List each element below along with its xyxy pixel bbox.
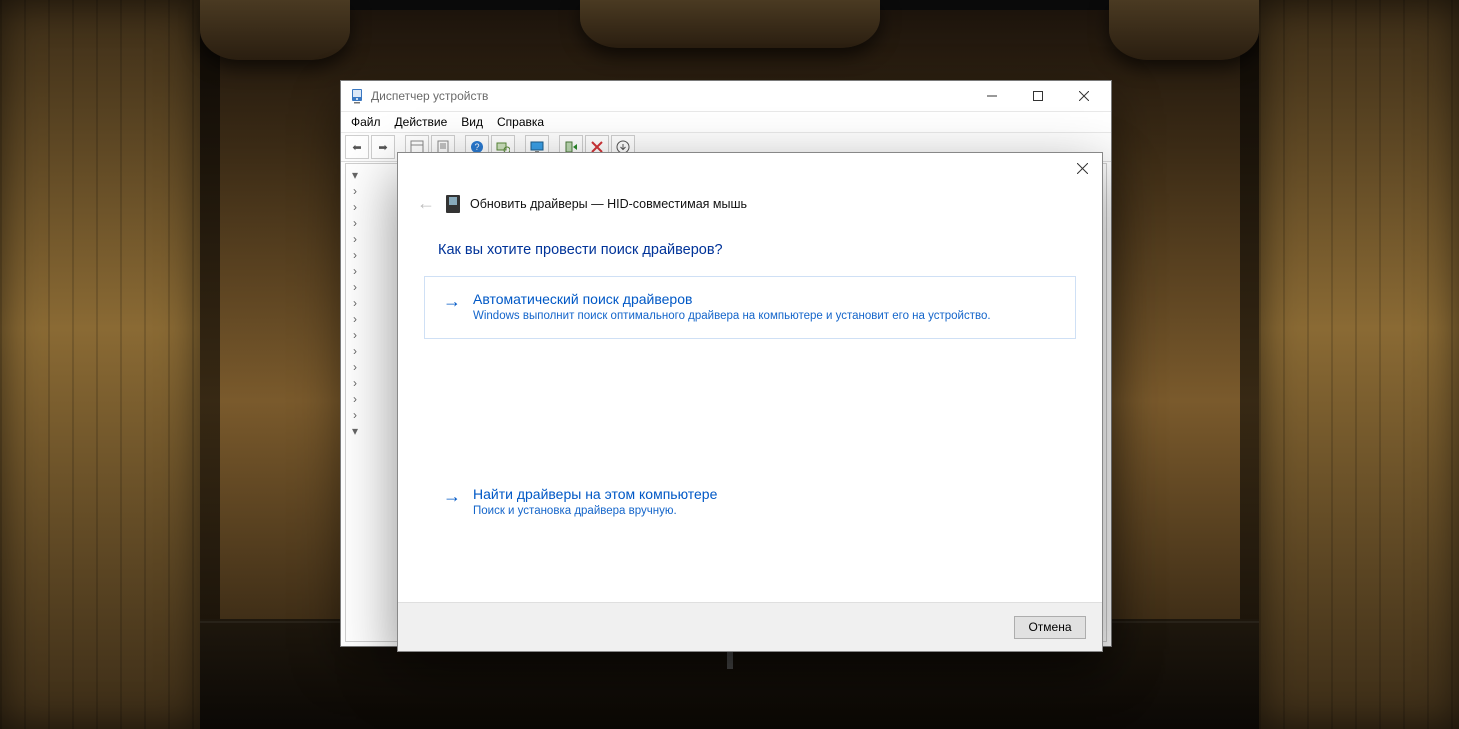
chevron-right-icon: ›: [350, 392, 360, 406]
minimize-icon: [987, 91, 997, 101]
menu-bar: Файл Действие Вид Справка: [341, 111, 1111, 133]
chevron-down-icon: ▾: [350, 424, 360, 438]
dialog-title: Обновить драйверы — HID-совместимая мышь: [470, 197, 747, 211]
menu-action[interactable]: Действие: [395, 115, 448, 129]
window-title: Диспетчер устройств: [371, 89, 969, 103]
maximize-button[interactable]: [1015, 81, 1061, 111]
close-icon: [1077, 163, 1088, 174]
menu-view[interactable]: Вид: [461, 115, 483, 129]
close-button[interactable]: [1061, 81, 1107, 111]
chevron-down-icon: ▾: [350, 168, 360, 182]
update-driver-dialog: ← Обновить драйверы — HID-совместимая мы…: [397, 152, 1103, 652]
chevron-right-icon: ›: [350, 328, 360, 342]
back-button: ←: [416, 193, 436, 214]
chevron-right-icon: ›: [350, 296, 360, 310]
wallpaper-arch: [200, 0, 350, 60]
arrow-left-icon: ⬅: [352, 141, 361, 154]
option-desc: Windows выполнит поиск оптимального драй…: [473, 310, 991, 322]
chevron-right-icon: ›: [350, 312, 360, 326]
toolbar-forward-button[interactable]: ➡: [371, 135, 395, 159]
svg-text:?: ?: [474, 142, 479, 152]
maximize-icon: [1033, 91, 1043, 101]
menu-file[interactable]: Файл: [351, 115, 381, 129]
close-icon: [1079, 91, 1089, 101]
cancel-button[interactable]: Отмена: [1014, 616, 1086, 639]
device-icon: [446, 195, 460, 213]
arrow-right-icon: ➡: [378, 141, 387, 154]
option-browse-computer[interactable]: → Найти драйверы на этом компьютере Поис…: [424, 471, 1076, 534]
dialog-footer: Отмена: [398, 602, 1102, 651]
wallpaper-arch: [580, 0, 880, 48]
chevron-right-icon: ›: [350, 248, 360, 262]
chevron-right-icon: ›: [350, 344, 360, 358]
chevron-right-icon: ›: [350, 184, 360, 198]
chevron-right-icon: ›: [350, 216, 360, 230]
chevron-right-icon: ›: [350, 408, 360, 422]
chevron-right-icon: ›: [350, 360, 360, 374]
dialog-close-button[interactable]: [1062, 153, 1102, 183]
chevron-right-icon: ›: [350, 280, 360, 294]
option-title: Найти драйверы на этом компьютере: [473, 486, 717, 502]
device-manager-icon: [349, 88, 365, 104]
dialog-question: Как вы хотите провести поиск драйверов?: [438, 242, 1062, 258]
menu-help[interactable]: Справка: [497, 115, 544, 129]
window-titlebar[interactable]: Диспетчер устройств: [341, 81, 1111, 111]
option-title: Автоматический поиск драйверов: [473, 291, 991, 307]
chevron-right-icon: ›: [350, 264, 360, 278]
chevron-right-icon: ›: [350, 376, 360, 390]
minimize-button[interactable]: [969, 81, 1015, 111]
chevron-right-icon: ›: [350, 200, 360, 214]
chevron-right-icon: ›: [350, 232, 360, 246]
dialog-header: ← Обновить драйверы — HID-совместимая мы…: [398, 189, 1102, 214]
arrow-right-icon: →: [443, 292, 461, 322]
option-search-automatically[interactable]: → Автоматический поиск драйверов Windows…: [424, 276, 1076, 339]
arrow-right-icon: →: [443, 487, 461, 517]
toolbar-back-button[interactable]: ⬅: [345, 135, 369, 159]
wallpaper-arch: [1109, 0, 1259, 60]
option-desc: Поиск и установка драйвера вручную.: [473, 505, 717, 517]
